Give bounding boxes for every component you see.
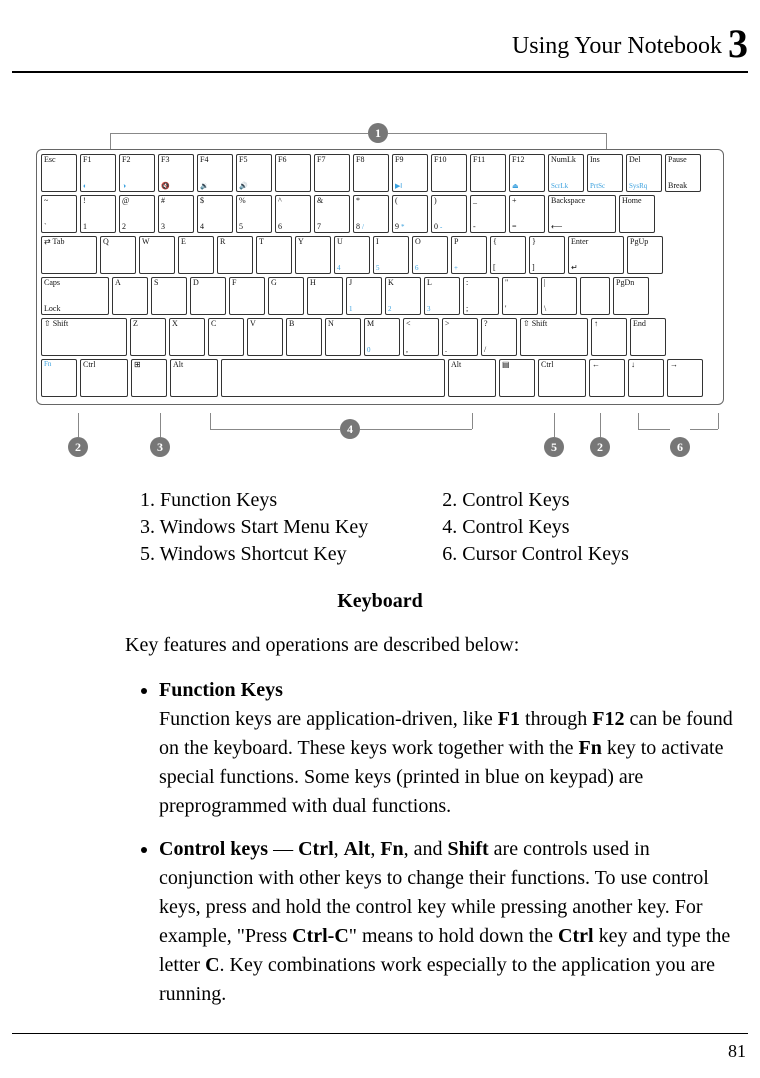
kw: Ctrl-C: [292, 925, 349, 947]
legend-label: Function Keys: [160, 489, 277, 511]
callout-lead: [78, 413, 79, 437]
legend-label: Windows Start Menu Key: [160, 516, 369, 538]
kw: Shift: [448, 838, 489, 860]
legend-row: 3. Windows Start Menu Key 4. Control Key…: [140, 514, 643, 541]
legend-label: Control Keys: [462, 489, 569, 511]
page-number: 81: [728, 1041, 746, 1062]
kw: Fn: [579, 737, 602, 759]
keyboard-grid: Esc F1◐ F2◑ F3🔇 F4🔉 F5🔊 F6 F7 F8 F9▶‖ F1…: [36, 149, 724, 405]
txt: through: [520, 708, 592, 730]
legend-row: 1. Function Keys 2. Control Keys: [140, 487, 643, 514]
kw: Alt: [344, 838, 371, 860]
callout-lead: [600, 413, 601, 437]
header-rule: [12, 71, 748, 73]
legend-num: 4: [442, 516, 452, 538]
bullet-control-keys: Control keys — Ctrl, Alt, Fn, and Shift …: [159, 835, 742, 1009]
callout-4: 4: [340, 419, 360, 439]
callout-2: 2: [68, 437, 88, 457]
callout-5: 5: [544, 437, 564, 457]
bullet-function-keys: Function Keys Function keys are applicat…: [159, 676, 742, 821]
callout-6: 6: [670, 437, 690, 457]
txt: ,: [334, 838, 344, 860]
keyboard-illustration: 1 Esc F1◐ F2◑ F3🔇 F4🔉 F5🔊 F6 F7 F8 F9▶‖ …: [30, 123, 730, 463]
callout-lead: [160, 413, 161, 437]
legend-num: 6: [442, 543, 452, 565]
running-header: Using Your Notebook 3: [12, 20, 748, 71]
kw: F12: [592, 708, 624, 730]
page: Using Your Notebook 3 1 Esc F1◐ F2◑ F3🔇 …: [0, 0, 760, 1078]
callout-lead: [638, 413, 639, 429]
footer-rule: [12, 1033, 748, 1034]
legend-num: 3: [140, 516, 150, 538]
callout-lead: [388, 133, 606, 134]
bullet-title: Function Keys: [159, 679, 283, 701]
callout-lead: [718, 413, 719, 429]
txt: —: [268, 838, 298, 860]
legend-num: 1: [140, 489, 150, 511]
callout-1: 1: [368, 123, 388, 143]
callout-2b: 2: [590, 437, 610, 457]
kw: C: [205, 954, 219, 976]
callout-lead: [210, 413, 211, 429]
txt: . Key combinations work especially to th…: [159, 954, 715, 1005]
kw: F1: [498, 708, 520, 730]
legend-label: Control Keys: [462, 516, 569, 538]
callout-lead: [110, 133, 368, 134]
keyboard-legend: 1. Function Keys 2. Control Keys 3. Wind…: [140, 487, 748, 568]
bullet-title: Control keys: [159, 838, 268, 860]
callout-lead: [638, 429, 670, 430]
txt: , and: [404, 838, 448, 860]
legend-num: 2: [442, 489, 452, 511]
txt: Function keys are application-driven, li…: [159, 708, 498, 730]
callout-lead: [690, 429, 718, 430]
intro-paragraph: Key features and operations are describe…: [125, 631, 742, 660]
callout-lead: [554, 413, 555, 437]
callout-lead: [210, 429, 340, 430]
callout-3: 3: [150, 437, 170, 457]
callout-lead: [360, 429, 472, 430]
legend-label: Cursor Control Keys: [462, 543, 629, 565]
chapter-number: 3: [728, 21, 748, 66]
figure-caption: Keyboard: [12, 590, 748, 613]
callout-lead: [472, 413, 473, 429]
header-title: Using Your Notebook: [512, 33, 722, 59]
kw: Fn: [380, 838, 403, 860]
legend-label: Windows Shortcut Key: [160, 543, 347, 565]
legend-row: 5. Windows Shortcut Key 6. Cursor Contro…: [140, 541, 643, 568]
body-text: Key features and operations are describe…: [125, 631, 742, 1009]
txt: " means to hold down the: [349, 925, 558, 947]
legend-num: 5: [140, 543, 150, 565]
kw: Ctrl: [558, 925, 594, 947]
txt: ,: [370, 838, 380, 860]
kw: Ctrl: [298, 838, 334, 860]
